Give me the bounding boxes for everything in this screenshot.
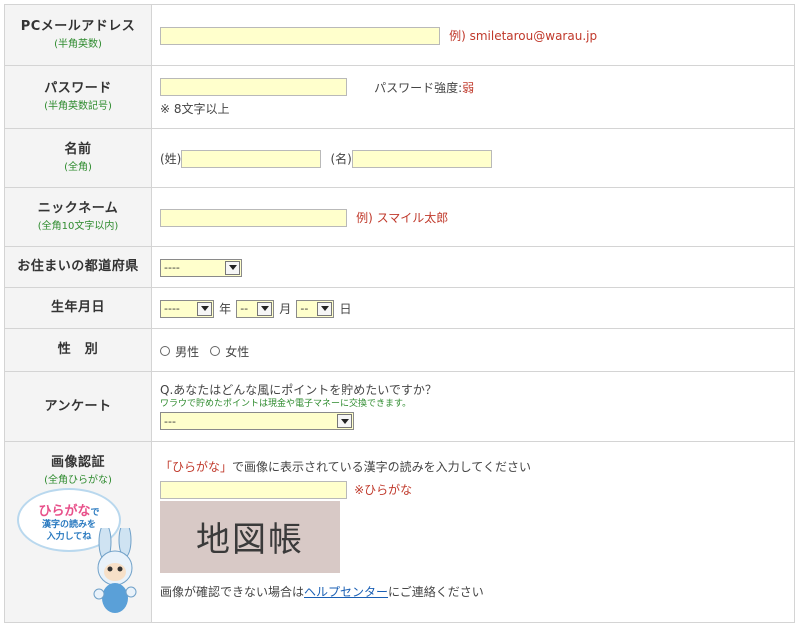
label-captcha: 画像認証	[50, 455, 105, 470]
mascot-rabbit-icon	[93, 528, 137, 613]
survey-select[interactable]: ---	[160, 412, 354, 430]
chevron-down-icon	[225, 260, 240, 275]
row-name: 名前 (全角) (姓) (名)	[4, 128, 795, 188]
label-password: パスワード	[44, 81, 112, 96]
year-unit: 年	[219, 302, 232, 317]
chevron-down-icon	[317, 301, 333, 316]
first-name-field[interactable]	[351, 149, 492, 168]
female-label: 女性	[225, 344, 250, 359]
label-cell: アンケート	[4, 371, 152, 442]
row-prefecture: お住まいの都道府県 ----	[4, 246, 795, 288]
label-cell: 性 別	[4, 328, 152, 372]
nickname-field[interactable]	[160, 208, 347, 227]
email-example: 例) smiletarou@warau.jp	[449, 29, 598, 44]
row-nickname: ニックネーム (全角10文字以内) 例) スマイル太郎	[4, 187, 795, 247]
field-cell: 男性 女性	[151, 328, 795, 372]
survey-value: ---	[164, 414, 176, 428]
field-cell: パスワード強度:弱 ※ 8文字以上	[151, 65, 795, 129]
label-survey: アンケート	[44, 398, 112, 414]
first-name-label: (名)	[330, 152, 352, 167]
sublabel-name: (全角)	[64, 162, 92, 173]
nickname-example: 例) スマイル太郎	[356, 211, 449, 226]
sublabel-nickname: (全角10文字以内)	[37, 221, 119, 232]
birth-day-value: --	[300, 302, 309, 316]
birth-year-value: ----	[164, 302, 180, 316]
row-survey: アンケート Q.あなたはどんな風にポイントを貯めたいですか？ ワラウで貯めたポイ…	[4, 371, 795, 442]
field-cell: 「ひらがな」で画像に表示されている漢字の読みを入力してください ※ひらがな 地図…	[151, 441, 795, 623]
label-cell: 名前 (全角)	[4, 128, 152, 188]
help-suffix: にご連絡ください	[388, 584, 484, 599]
field-cell: Q.あなたはどんな風にポイントを貯めたいですか？ ワラウで貯めたポイントは現金や…	[151, 371, 795, 442]
sublabel-captcha: (全角ひらがな)	[44, 475, 112, 486]
label-name: 名前	[64, 142, 92, 157]
label-prefecture: お住まいの都道府県	[17, 259, 139, 274]
month-unit: 月	[279, 302, 292, 317]
help-center-link[interactable]: ヘルプセンター	[304, 585, 388, 599]
password-field[interactable]	[160, 78, 347, 97]
last-name-field[interactable]	[181, 149, 322, 168]
birth-year-select[interactable]: ----	[160, 299, 214, 318]
row-birthday: 生年月日 ---- 年 -- 月 -- 日	[4, 287, 795, 329]
captcha-instruction: 「ひらがな」で画像に表示されている漢字の読みを入力してください	[160, 458, 794, 475]
row-captcha: 画像認証 (全角ひらがな) ひらがなで 漢字の読みを 入力してね 「ひらがな」で…	[4, 441, 795, 623]
password-strength-value: 弱	[462, 80, 475, 95]
chevron-down-icon	[257, 301, 273, 316]
chevron-down-icon	[337, 414, 352, 428]
day-unit: 日	[339, 302, 352, 317]
male-label: 男性	[175, 344, 200, 359]
field-cell: 例) スマイル太郎	[151, 187, 795, 247]
password-note: ※ 8文字以上	[160, 102, 230, 117]
field-cell: (姓) (名)	[151, 128, 795, 188]
label-gender: 性 別	[57, 342, 99, 357]
registration-form: PCメールアドレス (半角英数) 例) smiletarou@warau.jp …	[4, 4, 795, 623]
survey-question: Q.あなたはどんな風にポイントを貯めたいですか？	[160, 383, 437, 397]
captcha-image: 地図帳	[160, 500, 340, 573]
label-cell: パスワード (半角英数記号)	[4, 65, 152, 129]
radio-female[interactable]	[210, 346, 221, 356]
birth-month-value: --	[240, 302, 249, 316]
radio-male[interactable]	[160, 346, 170, 356]
captcha-input[interactable]	[160, 480, 347, 499]
survey-note: ワラウで貯めたポイントは現金や電子マネーに交換できます。	[160, 399, 412, 409]
label-nickname: ニックネーム	[37, 201, 119, 216]
prefecture-value: ----	[164, 261, 180, 275]
captcha-instruction-text: で画像に表示されている漢字の読みを入力してください	[232, 460, 531, 474]
chevron-down-icon	[197, 301, 212, 316]
field-cell: ---- 年 -- 月 -- 日	[151, 287, 795, 329]
label-cell: 画像認証 (全角ひらがな) ひらがなで 漢字の読みを 入力してね	[4, 441, 152, 623]
email-field[interactable]	[160, 26, 440, 45]
row-email: PCメールアドレス (半角英数) 例) smiletarou@warau.jp	[4, 4, 795, 66]
prefecture-select[interactable]: ----	[160, 258, 242, 277]
label-cell: お住まいの都道府県	[4, 246, 152, 288]
last-name-label: (姓)	[160, 152, 182, 167]
label-birthday: 生年月日	[50, 300, 105, 315]
sublabel-email: (半角英数)	[54, 39, 102, 50]
label-cell: PCメールアドレス (半角英数)	[4, 4, 152, 66]
field-cell: ----	[151, 246, 795, 288]
sublabel-password: (半角英数記号)	[44, 101, 112, 112]
label-cell: ニックネーム (全角10文字以内)	[4, 187, 152, 247]
mascot-text-de: で	[90, 508, 100, 518]
mascot-text-hiragana: ひらがな	[38, 504, 91, 519]
captcha-hint: ※ひらがな	[354, 483, 413, 497]
captcha-instruction-hiragana: 「ひらがな」	[160, 460, 233, 474]
birth-day-select[interactable]: --	[296, 299, 335, 318]
help-prefix: 画像が確認できない場合は	[160, 584, 305, 599]
birth-month-select[interactable]: --	[236, 299, 275, 318]
field-cell: 例) smiletarou@warau.jp	[151, 4, 795, 66]
password-strength-label: パスワード強度:	[374, 80, 463, 95]
label-email: PCメールアドレス	[20, 19, 136, 34]
row-password: パスワード (半角英数記号) パスワード強度:弱 ※ 8文字以上	[4, 65, 795, 129]
row-gender: 性 別 男性 女性	[4, 328, 795, 372]
label-cell: 生年月日	[4, 287, 152, 329]
captcha-help-text: 画像が確認できない場合はヘルプセンターにご連絡ください	[160, 583, 794, 600]
